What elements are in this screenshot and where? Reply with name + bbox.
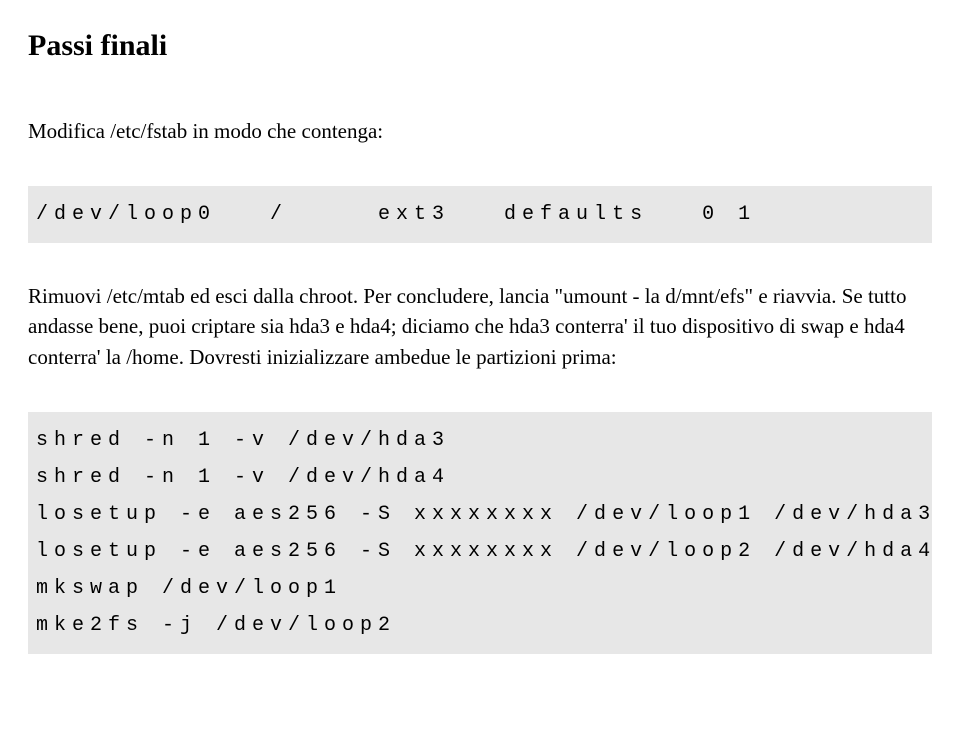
section-title: Passi finali (28, 24, 932, 68)
paragraph-intro-1: Modifica /etc/fstab in modo che contenga… (28, 116, 932, 146)
code-block-commands: shred -n 1 -v /dev/hda3 shred -n 1 -v /d… (28, 412, 932, 654)
code-block-fstab: /dev/loop0 / ext3 defaults 0 1 (28, 186, 932, 243)
paragraph-intro-2: Rimuovi /etc/mtab ed esci dalla chroot. … (28, 281, 932, 372)
